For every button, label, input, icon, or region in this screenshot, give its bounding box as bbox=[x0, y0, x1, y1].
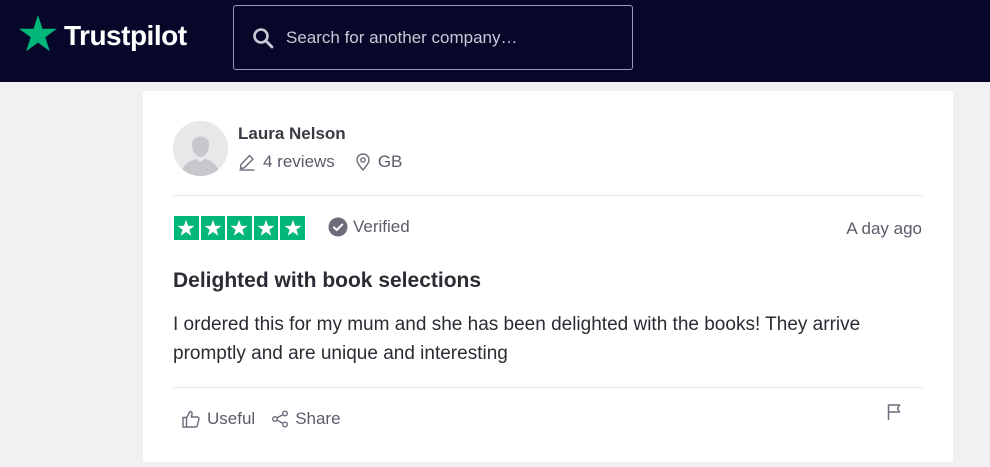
avatar[interactable] bbox=[173, 121, 228, 176]
rating-star bbox=[253, 216, 279, 240]
star-icon bbox=[257, 219, 275, 236]
pencil-icon bbox=[239, 154, 255, 171]
search-box[interactable] bbox=[233, 5, 633, 70]
review-body: I ordered this for my mum and she has be… bbox=[173, 314, 861, 364]
review-count: 4 reviews bbox=[238, 152, 335, 172]
review-title[interactable]: Delighted with book selections bbox=[173, 269, 481, 293]
brand-name: Trustpilot bbox=[64, 20, 187, 51]
check-circle-icon bbox=[328, 217, 348, 237]
rating-star bbox=[174, 216, 199, 240]
search-icon bbox=[253, 27, 274, 48]
user-placeholder-icon bbox=[173, 121, 228, 176]
review-date: A day ago bbox=[846, 219, 922, 238]
verified-badge[interactable]: Verified bbox=[328, 217, 410, 237]
star-rating bbox=[174, 216, 305, 240]
rating-star bbox=[200, 216, 226, 240]
useful-label: Useful bbox=[207, 409, 256, 428]
country-code: GB bbox=[377, 152, 403, 171]
thumbs-up-icon bbox=[182, 410, 200, 428]
divider bbox=[173, 195, 923, 196]
star-icon bbox=[177, 219, 195, 236]
review-count-label: 4 reviews bbox=[263, 152, 335, 171]
verified-label: Verified bbox=[353, 217, 410, 236]
share-label: Share bbox=[295, 409, 341, 428]
location-pin-icon bbox=[356, 153, 370, 171]
report-button[interactable] bbox=[886, 403, 902, 421]
useful-button[interactable]: Useful bbox=[181, 409, 255, 429]
reviewer-name[interactable]: Laura Nelson bbox=[238, 124, 346, 144]
reviewer-meta: 4 reviews GB bbox=[238, 152, 422, 172]
star-icon bbox=[284, 219, 302, 236]
star-icon bbox=[19, 15, 57, 52]
divider bbox=[173, 387, 923, 388]
rating-star bbox=[227, 216, 252, 240]
flag-icon bbox=[887, 404, 901, 420]
trustpilot-logo[interactable]: Trustpilot bbox=[18, 14, 187, 54]
review-card: Laura Nelson 4 reviews GB Verified A day… bbox=[143, 91, 953, 462]
reviewer-location: GB bbox=[355, 152, 403, 172]
search-input[interactable] bbox=[286, 27, 616, 48]
share-button[interactable]: Share bbox=[271, 409, 341, 429]
rating-star bbox=[280, 216, 305, 240]
star-icon bbox=[230, 219, 249, 236]
review-actions: Useful Share bbox=[181, 409, 357, 429]
top-navigation-bar: Trustpilot bbox=[0, 0, 990, 82]
star-icon bbox=[204, 219, 222, 236]
share-icon bbox=[272, 410, 289, 428]
